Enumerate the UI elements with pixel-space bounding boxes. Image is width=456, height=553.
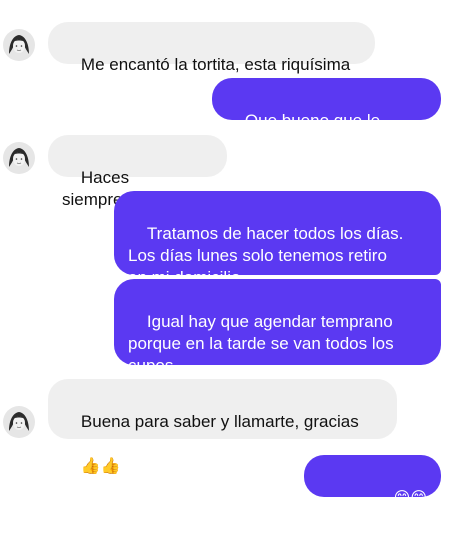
user-avatar-icon xyxy=(3,406,35,438)
message-bubble-outgoing[interactable]: Igual hay que agendar temprano porque en… xyxy=(114,279,441,375)
message-text: Me encantó la tortita, esta riquísima xyxy=(80,55,351,74)
message-text: Buena para saber y llamarte, gracias xyxy=(80,412,359,431)
message-bubble-incoming[interactable]: Buena para saber y llamarte, gracias 👍👍 xyxy=(48,379,397,475)
user-avatar-icon xyxy=(3,29,35,61)
avatar[interactable] xyxy=(3,29,35,61)
message-text: Igual hay que agendar temprano porque en… xyxy=(128,312,394,375)
chat-thread: Me encantó la tortita, esta riquísima Qu… xyxy=(0,0,456,529)
message-text: gracias! xyxy=(367,510,427,529)
smiling-face-icon: 😊😊 xyxy=(393,490,427,507)
message-text: Tratamos de hacer todos los días. Los dí… xyxy=(128,224,404,287)
message-text: Que bueno que le gustó! xyxy=(226,111,385,152)
user-avatar-icon xyxy=(3,142,35,174)
thumbs-up-icon: 👍👍 xyxy=(80,458,121,475)
avatar[interactable] xyxy=(3,406,35,438)
message-bubble-incoming[interactable]: Me encantó la tortita, esta riquísima xyxy=(48,22,375,74)
message-bubble-incoming[interactable]: Haces siempre??? xyxy=(48,135,227,209)
message-bubble-outgoing[interactable]: Que bueno que le gustó! xyxy=(212,78,441,152)
message-bubble-outgoing[interactable]: 😊😊 gracias! xyxy=(304,455,441,529)
avatar[interactable] xyxy=(3,142,35,174)
message-bubble-outgoing[interactable]: Tratamos de hacer todos los días. Los dí… xyxy=(114,191,441,287)
